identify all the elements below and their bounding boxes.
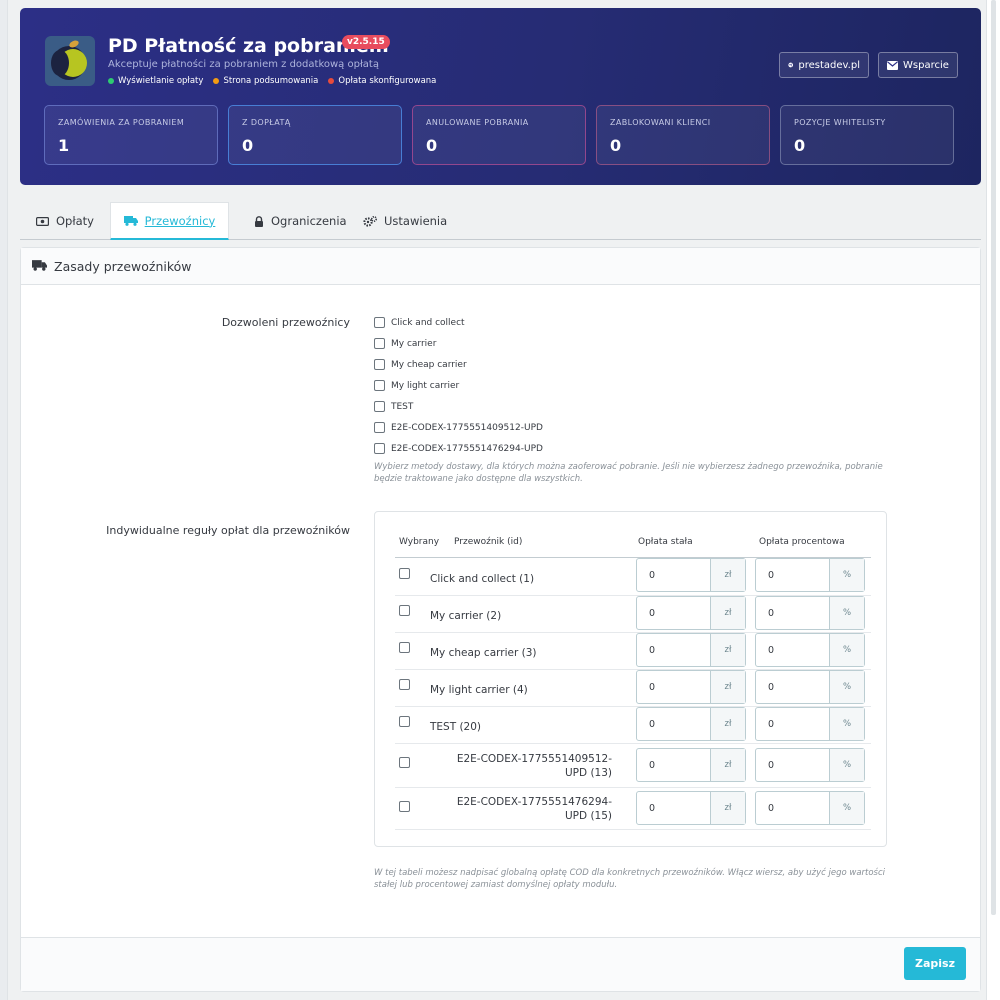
carrier-checkbox-item[interactable]: My light carrier — [374, 380, 459, 391]
carrier-name: Click and collect (1) — [430, 573, 535, 585]
status-fee-display: Wyświetlanie opłaty — [108, 76, 203, 86]
scrollbar[interactable] — [986, 0, 1000, 1000]
allowed-carriers-help: Wybierz metody dostawy, dla których możn… — [374, 462, 883, 484]
status-fee-configured: Opłata skonfigurowana — [328, 76, 436, 86]
fixed-fee-input[interactable]: 0 zł — [636, 558, 746, 592]
orange-dot-icon — [213, 78, 220, 84]
version-badge: v2.5.15 — [342, 35, 390, 49]
globe-icon — [788, 62, 794, 68]
column-header-selected: Wybrany — [399, 537, 440, 547]
tab-carriers[interactable]: Przewoźnicy — [110, 202, 229, 240]
envelope-icon — [887, 60, 898, 70]
carrier-name: E2E-CODEX-1775551409512-UPD (13) — [456, 753, 612, 779]
tab-fees[interactable]: Opłaty — [36, 202, 94, 240]
percent-fee-input[interactable]: 0% — [755, 596, 865, 630]
checkbox[interactable] — [374, 443, 385, 454]
row-select-checkbox[interactable] — [399, 716, 410, 727]
carrier-fee-rules-table: Wybrany Przewoźnik (id) Opłata stała Opł… — [374, 511, 887, 847]
row-divider — [395, 829, 871, 830]
support-button[interactable]: Wsparcie — [878, 52, 958, 78]
module-header: PD Płatność za pobraniem v2.5.15 Akceptu… — [20, 8, 981, 185]
carrier-checkbox-item[interactable]: E2E-CODEX-1775551409512-UPD — [374, 422, 543, 433]
carrier-checkbox-item[interactable]: My carrier — [374, 338, 436, 349]
percent-fee-input[interactable]: 0% — [755, 558, 865, 592]
percent-fee-input[interactable]: 0% — [755, 707, 865, 741]
save-button[interactable]: Zapisz — [904, 947, 966, 980]
fixed-fee-input[interactable]: 0 zł — [636, 707, 746, 741]
fixed-fee-input[interactable]: 0 zł — [636, 670, 746, 704]
status-summary-page: Strona podsumowania — [213, 76, 318, 86]
stat-cod-orders: ZAMÓWIENIA ZA POBRANIEM 1 — [44, 105, 218, 165]
stat-blocked-customers: ZABLOKOWANI KLIENCI 0 — [596, 105, 770, 165]
row-select-checkbox[interactable] — [399, 605, 410, 616]
carrier-checkbox-item[interactable]: My cheap carrier — [374, 359, 467, 370]
money-icon — [36, 216, 49, 226]
checkbox[interactable] — [374, 359, 385, 370]
truck-icon — [123, 215, 138, 226]
carrier-checkbox-item[interactable]: Click and collect — [374, 317, 465, 328]
tab-bar: Opłaty Przewoźnicy Ograniczenia Ustawien… — [20, 202, 981, 240]
row-select-checkbox[interactable] — [399, 679, 410, 690]
stat-with-surcharge: Z DOPŁATĄ 0 — [228, 105, 402, 165]
checkbox[interactable] — [374, 380, 385, 391]
row-divider — [395, 743, 871, 744]
checkbox[interactable] — [374, 422, 385, 433]
carrier-checkbox-item[interactable]: E2E-CODEX-1775551476294-UPD — [374, 443, 543, 454]
column-header-percent-fee: Opłata procentowa — [759, 537, 845, 547]
lock-icon — [255, 215, 263, 227]
red-dot-icon — [328, 78, 335, 84]
carrier-fee-rules-label: Indywidualne reguły opłat dla przewoźnik… — [106, 524, 350, 537]
panel-title: Zasady przewoźników — [54, 259, 192, 274]
fixed-fee-input[interactable]: 0 zł — [636, 791, 746, 825]
stat-whitelist: POZYCJE WHITELISTY 0 — [780, 105, 954, 165]
checkbox[interactable] — [374, 317, 385, 328]
carrier-name: E2E-CODEX-1775551476294-UPD (15) — [456, 796, 612, 822]
allowed-carriers-label: Dozwoleni przewoźnicy — [221, 316, 350, 329]
scrollbar-thumb[interactable] — [991, 0, 996, 915]
fixed-fee-input[interactable]: 0 zł — [636, 633, 746, 667]
row-divider — [395, 787, 871, 788]
carrier-checkbox-item[interactable]: TEST — [374, 401, 413, 412]
row-select-checkbox[interactable] — [399, 757, 410, 768]
green-dot-icon — [108, 78, 114, 84]
carrier-name: My light carrier (4) — [430, 684, 528, 696]
fixed-fee-input[interactable]: 0 zł — [636, 748, 746, 782]
carrier-rules-panel: Zasady przewoźników Dozwoleni przewoźnic… — [20, 247, 981, 992]
tab-settings[interactable]: Ustawienia — [363, 202, 447, 240]
checkbox[interactable] — [374, 401, 385, 412]
panel-footer: Zapisz — [21, 937, 980, 991]
panel-header: Zasady przewoźników — [21, 248, 980, 285]
prestadev-link-button[interactable]: prestadev.pl — [779, 52, 869, 78]
row-select-checkbox[interactable] — [399, 801, 410, 812]
row-select-checkbox[interactable] — [399, 642, 410, 653]
module-subtitle: Akceptuje płatności za pobraniem z dodat… — [108, 59, 379, 70]
column-header-carrier: Przewoźnik (id) — [454, 537, 523, 547]
carrier-name: My carrier (2) — [430, 610, 502, 622]
carrier-fee-rules-help: W tej tabeli możesz nadpisać globalną op… — [374, 868, 886, 890]
percent-fee-input[interactable]: 0% — [755, 670, 865, 704]
carrier-name: TEST (20) — [430, 721, 482, 733]
gears-icon — [363, 215, 377, 227]
percent-fee-input[interactable]: 0% — [755, 791, 865, 825]
carrier-name: My cheap carrier (3) — [430, 647, 537, 659]
truck-icon — [32, 260, 47, 271]
status-indicators: Wyświetlanie opłaty Strona podsumowania … — [108, 76, 436, 86]
stat-cancelled: ANULOWANE POBRANIA 0 — [412, 105, 586, 165]
checkbox[interactable] — [374, 338, 385, 349]
left-edge — [0, 0, 8, 1000]
percent-fee-input[interactable]: 0% — [755, 748, 865, 782]
percent-fee-input[interactable]: 0% — [755, 633, 865, 667]
row-select-checkbox[interactable] — [399, 568, 410, 579]
column-header-fixed-fee: Opłata stała — [638, 537, 693, 547]
tab-restrictions[interactable]: Ograniczenia — [254, 202, 347, 240]
fixed-fee-input[interactable]: 0 zł — [636, 596, 746, 630]
module-logo — [45, 36, 95, 86]
